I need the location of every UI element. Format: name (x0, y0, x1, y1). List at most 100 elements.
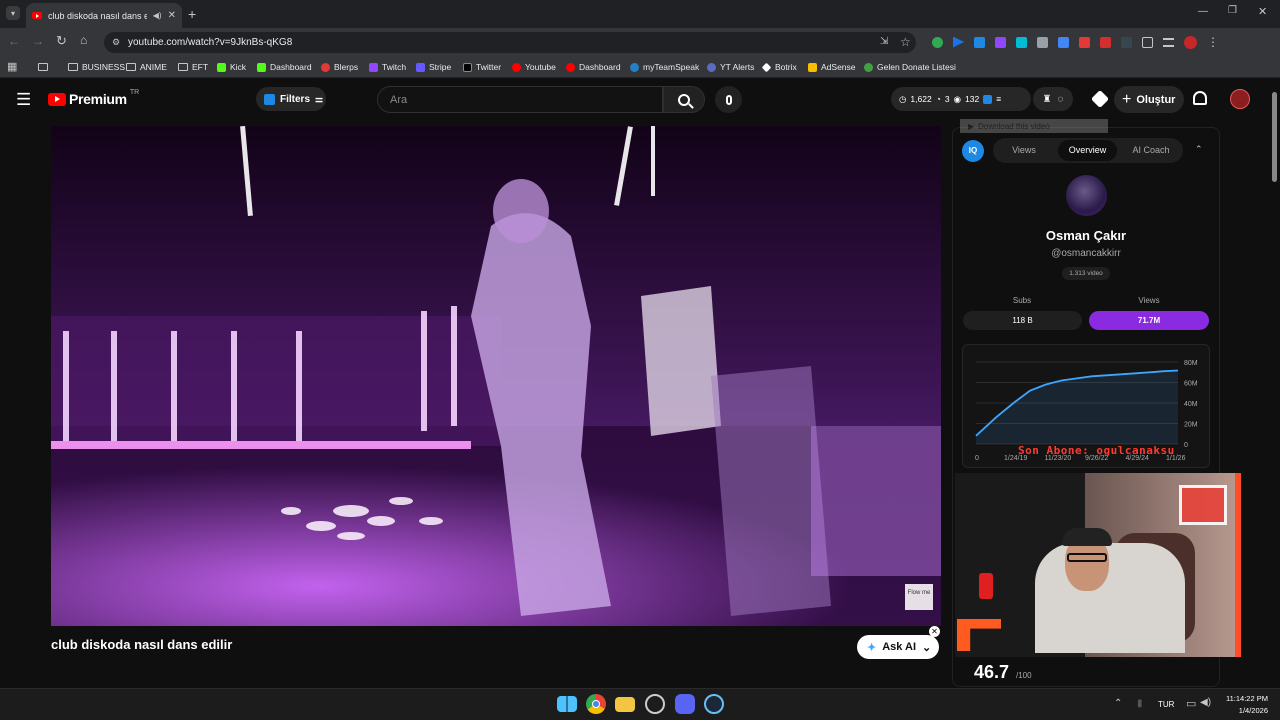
extension-icon[interactable] (932, 36, 943, 48)
bookmark-twitch[interactable]: Twitch (369, 59, 406, 75)
keyboard-language[interactable]: TUR (1158, 700, 1174, 709)
bookmark-star-icon[interactable]: ☆ (900, 35, 911, 49)
reading-list-icon[interactable] (1163, 37, 1174, 47)
bookmark-stripe[interactable]: Stripe (416, 59, 451, 75)
apps-grid-icon[interactable]: ▦ (7, 60, 17, 73)
extension-icon[interactable] (1079, 36, 1090, 48)
address-bar[interactable]: ⚙ youtube.com/watch?v=9JknBs-qKG8 ⇲ ☆ (104, 32, 916, 53)
collapse-chevron-icon[interactable]: ⌃ (1195, 144, 1203, 155)
notifications-bell-icon[interactable] (1193, 91, 1207, 105)
extension-icon[interactable] (1016, 36, 1027, 48)
extension-icon[interactable] (1058, 36, 1069, 48)
tab-overview[interactable]: Overview (1058, 140, 1117, 161)
extension-icon[interactable] (1037, 36, 1048, 48)
search-input[interactable]: Ara (377, 86, 663, 113)
bookmark-blerps[interactable]: Blerps (321, 59, 358, 75)
bookmark-adsense[interactable]: AdSense (808, 59, 856, 75)
page-scrollbar[interactable] (1270, 82, 1278, 686)
tab-search-icon[interactable]: ▾ (6, 6, 20, 20)
chrome-taskbar-icon[interactable] (586, 694, 606, 714)
extension-icon[interactable] (1121, 36, 1132, 48)
bookmark-gelen-donate[interactable]: Gelen Donate Listesi (864, 59, 956, 75)
channel-avatar[interactable] (1066, 175, 1107, 216)
search-button[interactable] (663, 86, 705, 113)
extension-icon[interactable] (995, 36, 1006, 48)
restore-icon[interactable]: ❐ (1228, 5, 1237, 16)
y-tick-label: 20M (1184, 422, 1198, 429)
x-tick-label: 0 (975, 455, 979, 462)
video-count-badge: 1.313 video (1062, 267, 1110, 280)
install-icon[interactable]: ⇲ (880, 36, 888, 47)
subs-value[interactable]: 118 B (963, 311, 1082, 330)
bookmark-dashboard[interactable]: Dashboard (257, 59, 312, 75)
bookmark-yt-alerts[interactable]: YT Alerts (707, 59, 754, 75)
list-icon: ≡ (996, 94, 1002, 104)
site-info-icon[interactable]: ⚙ (112, 37, 120, 48)
windows-start-icon[interactable] (557, 696, 577, 712)
steam-taskbar-icon[interactable] (704, 694, 724, 714)
ask-ai-close-icon[interactable]: ✕ (929, 626, 940, 637)
tray-app-icon[interactable]: ▮ (1137, 698, 1143, 709)
tray-chevron-icon[interactable]: ⌃ (1114, 698, 1122, 709)
youtube-favicon-icon (32, 12, 42, 19)
browser-tab[interactable]: club diskoda nasıl dans edilir ◀) ✕ (26, 3, 182, 28)
bookmark-eft[interactable]: EFT (178, 59, 208, 75)
speaker-icon[interactable]: ◀) (153, 11, 162, 20)
trophy-icon: ♜ (1042, 93, 1052, 105)
hamburger-menu-icon[interactable]: ☰ (16, 90, 31, 110)
bookmark-dashboard-2[interactable]: Dashboard (566, 59, 621, 75)
window-close-icon[interactable]: ✕ (1258, 5, 1267, 18)
file-explorer-icon[interactable] (615, 697, 635, 712)
youtube-logo[interactable]: Premium TR (48, 89, 139, 107)
forward-icon[interactable]: → (32, 34, 44, 48)
profile-avatar-icon[interactable] (1184, 35, 1197, 49)
sliders-icon: ⚌ (315, 93, 324, 104)
extension-icon[interactable] (953, 36, 964, 48)
extensions-puzzle-icon[interactable] (1142, 36, 1153, 48)
extension-icon[interactable] (974, 36, 985, 48)
taskbar-date[interactable]: 1/4/2026 (1218, 706, 1268, 715)
create-button[interactable]: + Oluştur (1114, 86, 1184, 113)
subs-label: Subs (1012, 296, 1032, 305)
y-tick-label: 80M (1184, 360, 1198, 367)
comment-icon: ◔ (935, 94, 941, 104)
tab-views[interactable]: Views (1000, 145, 1048, 155)
chart-area (976, 370, 1178, 444)
network-icon[interactable]: ▭ (1186, 697, 1196, 710)
new-tab-icon[interactable]: + (188, 6, 196, 22)
discord-taskbar-icon[interactable] (675, 694, 695, 714)
bookmark-twitter[interactable]: Twitter (463, 59, 501, 75)
reload-icon[interactable]: ↻ (56, 33, 67, 49)
app-taskbar-icon[interactable] (645, 694, 665, 714)
back-icon[interactable]: ← (8, 34, 20, 48)
video-player[interactable]: Flow me (51, 126, 941, 626)
y-tick-label: 0 (1184, 442, 1188, 449)
views-value[interactable]: 71.7M (1089, 311, 1209, 330)
tab-ai-coach[interactable]: AI Coach (1126, 145, 1176, 155)
youtube-play-icon (48, 92, 66, 106)
scrollbar-thumb[interactable] (1272, 92, 1277, 182)
download-icon: ▶ (968, 121, 975, 131)
channel-name: Osman Çakır (1045, 228, 1127, 243)
bookmark-myteamspeak[interactable]: myTeamSpeak (630, 59, 699, 75)
tab-title: club diskoda nasıl dans edilir (48, 10, 147, 21)
ask-ai-button[interactable]: ✦ Ask AI ⌄ (857, 635, 939, 659)
voice-search-button[interactable] (715, 86, 742, 113)
bookmark-business[interactable]: BUSINESS (38, 59, 125, 75)
taskbar-time[interactable]: 11:14:22 PM (1218, 694, 1268, 703)
menu-dots-icon[interactable]: ⋮ (1207, 35, 1219, 49)
extension-icon[interactable] (1100, 36, 1111, 48)
home-icon[interactable]: ⌂ (80, 33, 87, 47)
tab-close-icon[interactable]: ✕ (168, 10, 176, 21)
tools-pill[interactable]: ♜ ◌ (1033, 87, 1073, 111)
bookmark-kick[interactable]: Kick (217, 59, 246, 75)
minimize-icon[interactable]: — (1198, 6, 1208, 17)
volume-icon[interactable]: ◀) (1200, 697, 1211, 708)
account-avatar[interactable] (1230, 89, 1250, 109)
filters-button[interactable]: Filters ⚌ (256, 87, 326, 111)
download-video-button[interactable]: ▶ Download this video (960, 119, 1108, 133)
stats-pill[interactable]: ◷ 1,622 ◔ 3 ◉ 132 ≡ (891, 87, 1031, 111)
bookmark-youtube[interactable]: Youtube (512, 59, 556, 75)
bookmark-anime[interactable]: ANIME (126, 59, 167, 75)
bookmark-botrix[interactable]: Botrix (761, 59, 797, 75)
